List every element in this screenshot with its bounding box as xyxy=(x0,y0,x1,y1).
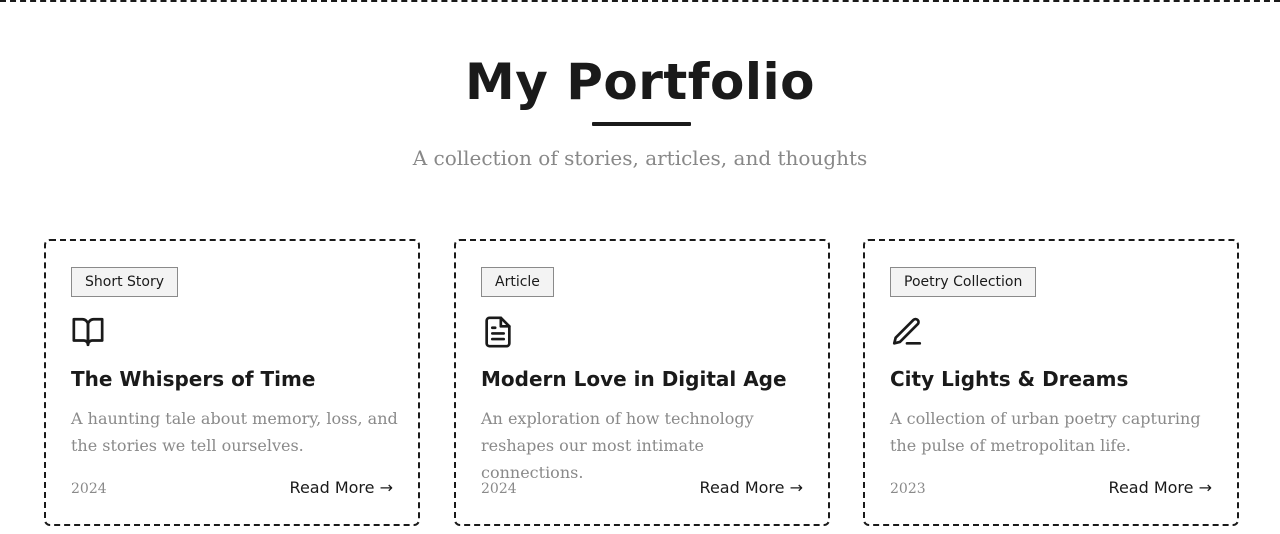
card-description: A collection of urban poetry capturing t… xyxy=(890,409,1201,455)
pen-icon xyxy=(890,315,924,349)
card-year: 2024 xyxy=(71,481,107,497)
portfolio-page: My Portfolio A collection of stories, ar… xyxy=(0,0,1280,534)
read-more-link[interactable]: Read More → xyxy=(700,477,803,499)
document-icon xyxy=(481,315,515,349)
page-title: My Portfolio xyxy=(464,53,816,111)
book-open-icon xyxy=(71,315,105,349)
portfolio-card-article: Article Modern Love in Digital Age An ex… xyxy=(454,239,830,526)
card-description: An exploration of how technology reshape… xyxy=(481,409,754,482)
card-tag: Poetry Collection xyxy=(890,267,1037,297)
read-more-link[interactable]: Read More → xyxy=(1109,477,1212,499)
card-title: The Whispers of Time xyxy=(71,367,316,391)
card-tag: Short Story xyxy=(71,267,179,297)
title-underline xyxy=(592,122,691,126)
read-more-link[interactable]: Read More → xyxy=(290,477,393,499)
portfolio-card-short-story: Short Story The Whispers of Time A haunt… xyxy=(44,239,420,526)
page-subtitle: A collection of stories, articles, and t… xyxy=(412,146,868,170)
card-title: Modern Love in Digital Age xyxy=(481,367,787,391)
portfolio-card-poetry: Poetry Collection City Lights & Dreams A… xyxy=(863,239,1239,526)
card-year: 2023 xyxy=(890,481,926,497)
card-tag: Article xyxy=(481,267,554,297)
card-year: 2024 xyxy=(481,481,517,497)
card-title: City Lights & Dreams xyxy=(890,367,1129,391)
card-description: A haunting tale about memory, loss, and … xyxy=(71,409,398,455)
